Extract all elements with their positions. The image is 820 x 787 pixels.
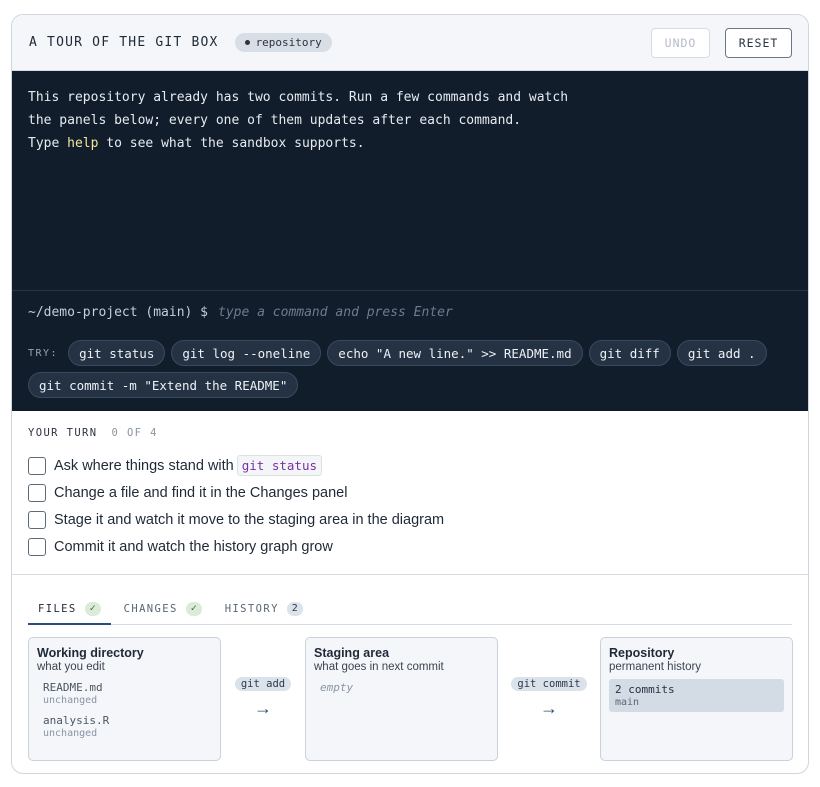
file-name: analysis.R: [43, 714, 110, 727]
file-state: unchanged: [43, 728, 98, 739]
tab-bar: FILES ✓ CHANGES ✓ HISTORY 2: [28, 593, 792, 625]
task-checkbox[interactable]: [28, 510, 46, 529]
tab-changes-badge: ✓: [185, 601, 202, 616]
task-item: Commit it and watch the history graph gr…: [28, 533, 792, 560]
task-text: Commit it and watch the history graph gr…: [54, 538, 333, 555]
file-state: unchanged: [43, 695, 98, 706]
git-add-connector: git add →: [221, 677, 305, 717]
commit-summary: 2 commits main: [609, 679, 784, 712]
task-checkbox[interactable]: [28, 537, 46, 556]
task-item: Ask where things stand with git status: [28, 452, 792, 479]
terminal-text: Type: [28, 136, 68, 151]
git-diagram: Working directory what you edit README.m…: [28, 637, 793, 773]
prompt-row: ~/demo-project (main) $: [12, 290, 808, 334]
prompt-label: ~/demo-project (main) $: [28, 305, 209, 320]
arrow-right-icon: →: [254, 698, 272, 718]
tab-history-badge: 2: [286, 601, 303, 616]
terminal-line: Type help to see what the sandbox suppor…: [28, 132, 792, 155]
panel-tabs-section: FILES ✓ CHANGES ✓ HISTORY 2 Working dire…: [12, 575, 808, 773]
tab-files[interactable]: FILES ✓: [28, 593, 111, 625]
repository-subtitle: permanent history: [609, 661, 702, 673]
task-item: Change a file and find it in the Changes…: [28, 479, 792, 506]
task-text: Change a file and find it in the Changes…: [54, 484, 348, 501]
your-turn-section: YOUR TURN 0 OF 4 Ask where things stand …: [12, 411, 808, 575]
command-input[interactable]: [218, 305, 792, 320]
repository-badge: repository: [234, 33, 332, 52]
branch-name: main: [615, 697, 640, 708]
git-commit-connector: git commit →: [507, 677, 591, 717]
suggestion-chip-git-commit[interactable]: git commit -m "Extend the README": [28, 372, 299, 398]
working-directory-subtitle: what you edit: [37, 661, 105, 673]
task-item: Stage it and watch it move to the stagin…: [28, 506, 792, 533]
repository-title: Repository: [609, 646, 675, 660]
tab-history-label: HISTORY: [224, 602, 279, 615]
tab-files-badge: ✓: [84, 601, 101, 616]
terminal-text: to see what the sandbox supports.: [98, 136, 365, 151]
suggestion-chip-git-status[interactable]: git status: [68, 340, 166, 366]
staging-empty-text: empty: [320, 681, 354, 694]
help-keyword: help: [67, 136, 99, 151]
arrow-right-icon: →: [540, 698, 558, 718]
git-commit-label: git commit: [511, 677, 587, 691]
working-directory-title: Working directory: [37, 646, 144, 660]
task-text: Stage it and watch it move to the stagin…: [54, 511, 445, 528]
try-label: TRY:: [28, 347, 59, 359]
dot-icon: [244, 40, 250, 45]
your-turn-title: YOUR TURN: [28, 427, 98, 439]
staging-area-title: Staging area: [314, 646, 390, 660]
your-turn-progress: 0 OF 4: [111, 427, 158, 439]
terminal-line: This repository already has two commits.…: [28, 90, 569, 105]
suggestion-chip-git-log[interactable]: git log --oneline: [171, 340, 322, 366]
task-list: Ask where things stand with git status C…: [28, 452, 792, 560]
terminal: This repository already has two commits.…: [12, 71, 808, 411]
undo-button[interactable]: UNDO: [651, 27, 710, 58]
suggestion-chip-echo[interactable]: echo "A new line." >> README.md: [327, 340, 583, 366]
suggestion-chip-git-add[interactable]: git add .: [676, 340, 767, 366]
tab-changes-label: CHANGES: [123, 602, 178, 615]
suggestion-chip-git-diff[interactable]: git diff: [588, 340, 671, 366]
git-tour-card: A TOUR OF THE GIT BOX repository UNDO RE…: [11, 14, 809, 774]
task-checkbox[interactable]: [28, 483, 46, 502]
staging-area-panel: Staging area what goes in next commit em…: [305, 637, 498, 761]
terminal-output: This repository already has two commits.…: [12, 71, 808, 290]
tab-changes[interactable]: CHANGES ✓: [114, 593, 212, 624]
git-add-label: git add: [234, 677, 292, 691]
header: A TOUR OF THE GIT BOX repository UNDO RE…: [12, 15, 808, 71]
page-title: A TOUR OF THE GIT BOX: [29, 35, 219, 50]
reset-button[interactable]: RESET: [725, 27, 792, 58]
task-code: git status: [236, 455, 322, 476]
task-text: Ask where things stand with: [54, 457, 234, 474]
repository-badge-label: repository: [255, 36, 322, 49]
suggestion-row: TRY: git status git log --oneline echo "…: [12, 334, 808, 398]
file-entry: analysis.R unchanged: [37, 714, 212, 739]
your-turn-header: YOUR TURN 0 OF 4: [28, 427, 792, 439]
commit-count: 2 commits: [615, 683, 675, 696]
file-name: README.md: [43, 681, 103, 694]
terminal-line: the panels below; every one of them upda…: [28, 113, 522, 128]
repository-panel: Repository permanent history 2 commits m…: [600, 637, 793, 761]
task-checkbox[interactable]: [28, 456, 46, 475]
working-directory-panel: Working directory what you edit README.m…: [28, 637, 221, 761]
tab-files-label: FILES: [38, 602, 77, 615]
file-entry: README.md unchanged: [37, 681, 212, 706]
tab-history[interactable]: HISTORY 2: [215, 593, 313, 624]
staging-area-subtitle: what goes in next commit: [314, 661, 444, 673]
